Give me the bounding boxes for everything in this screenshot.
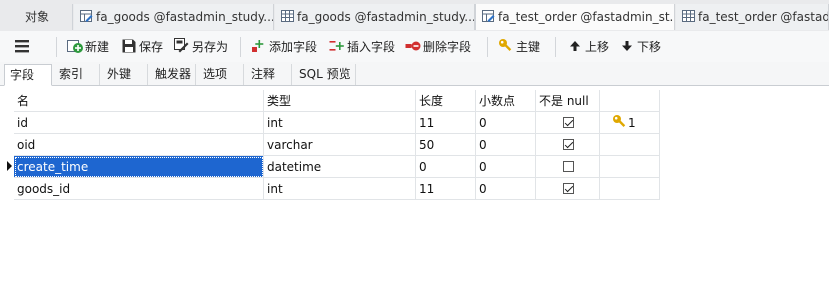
insert-field-button[interactable]: 插入字段 — [329, 37, 395, 57]
field-name-cell[interactable]: oid — [14, 134, 264, 156]
tab-label: fa_test_order @fastadm — [698, 10, 829, 24]
tab-fields[interactable]: 字段 — [4, 64, 52, 86]
save-icon — [121, 38, 137, 54]
insert-field-icon — [329, 38, 345, 54]
tab-fa-goods-design[interactable]: fa_goods @fastadmin_study... — [74, 4, 274, 30]
add-new-icon — [67, 38, 83, 54]
menu-button[interactable] — [14, 37, 32, 57]
field-length-cell[interactable]: 11 — [416, 112, 476, 134]
not-null-cell — [536, 178, 600, 200]
header-key — [600, 90, 660, 112]
add-field-button[interactable]: 添加字段 — [251, 37, 317, 57]
document-tab-bar: 对象 fa_goods @fastadmin_study... fa_goods… — [0, 0, 829, 32]
key-cell — [600, 156, 660, 178]
delete-field-button[interactable]: 删除字段 — [405, 37, 471, 57]
add-field-label: 添加字段 — [269, 40, 318, 54]
tab-comments[interactable]: 注释 — [246, 64, 292, 85]
field-decimal-cell[interactable]: 0 — [476, 134, 536, 156]
field-name-cell[interactable]: goods_id — [14, 178, 264, 200]
new-label: 新建 — [85, 40, 110, 54]
field-type-cell[interactable]: int — [264, 112, 416, 134]
tab-label: 对象 — [25, 10, 50, 24]
key-icon — [612, 114, 628, 130]
tab-fa-test-order-design[interactable]: fa_test_order @fastadmin_st... — [475, 4, 675, 30]
hamburger-menu-icon — [14, 38, 30, 54]
field-name-cell[interactable]: create_time — [14, 156, 264, 178]
move-down-label: 下移 — [637, 40, 662, 54]
key-icon — [498, 38, 514, 54]
save-button[interactable]: 保存 — [121, 37, 163, 57]
header-decimal[interactable]: 小数点 — [476, 90, 536, 112]
tab-fa-goods-data[interactable]: fa_goods @fastadmin_study... — [275, 4, 475, 30]
field-type-cell[interactable]: varchar — [264, 134, 416, 156]
new-button[interactable]: 新建 — [67, 37, 109, 57]
tab-label: fa_goods @fastadmin_study... — [96, 10, 274, 24]
toolbar: 新建 保存 另存为 添加字段 插入字段 删除字段 主键 上移 下移 — [0, 31, 829, 62]
delete-field-label: 删除字段 — [423, 40, 472, 54]
save-as-label: 另存为 — [192, 40, 229, 54]
field-name-cell[interactable]: id — [14, 112, 264, 134]
tab-label: fa_goods @fastadmin_study... — [297, 10, 475, 24]
arrow-up-icon — [567, 38, 583, 54]
not-null-cell — [536, 112, 600, 134]
not-null-cell — [536, 156, 600, 178]
field-length-cell[interactable]: 0 — [416, 156, 476, 178]
not-null-cell — [536, 134, 600, 156]
tab-triggers[interactable]: 触发器 — [150, 64, 196, 85]
not-null-checkbox[interactable] — [563, 161, 574, 172]
primary-key-label: 主键 — [516, 40, 541, 54]
tab-foreign-keys[interactable]: 外键 — [102, 64, 148, 85]
table-design-icon — [80, 6, 93, 22]
primary-key-button[interactable]: 主键 — [498, 37, 540, 57]
key-order-label: 1 — [628, 116, 636, 130]
not-null-checkbox[interactable] — [563, 139, 574, 150]
add-field-icon — [251, 38, 267, 54]
tab-objects[interactable]: 对象 — [0, 4, 73, 30]
tab-options[interactable]: 选项 — [198, 64, 244, 85]
tab-label: fa_test_order @fastadmin_st... — [498, 10, 675, 24]
table-design-icon — [482, 6, 495, 22]
field-type-cell[interactable]: int — [264, 178, 416, 200]
header-name[interactable]: 名 — [14, 90, 264, 112]
header-type[interactable]: 类型 — [264, 90, 416, 112]
save-label: 保存 — [139, 40, 164, 54]
delete-field-icon — [405, 38, 421, 54]
move-up-label: 上移 — [585, 40, 610, 54]
table-icon — [281, 6, 294, 22]
tab-fa-test-order-data[interactable]: fa_test_order @fastadm — [676, 4, 829, 30]
key-cell: 1 — [600, 112, 660, 134]
key-cell — [600, 134, 660, 156]
designer-tab-bar: 字段 索引 外键 触发器 选项 注释 SQL 预览 — [0, 62, 829, 86]
toolbar-divider — [487, 37, 488, 57]
tab-sql-preview[interactable]: SQL 预览 — [294, 64, 356, 85]
current-row-indicator — [7, 161, 12, 171]
toolbar-divider — [56, 37, 57, 57]
fields-grid: 名 类型 长度 小数点 不是 null id int 11 0 1 oid va… — [0, 86, 829, 284]
tab-indexes[interactable]: 索引 — [54, 64, 100, 85]
header-length[interactable]: 长度 — [416, 90, 476, 112]
header-not-null[interactable]: 不是 null — [536, 90, 600, 112]
field-decimal-cell[interactable]: 0 — [476, 156, 536, 178]
field-length-cell[interactable]: 11 — [416, 178, 476, 200]
field-decimal-cell[interactable]: 0 — [476, 112, 536, 134]
field-type-cell[interactable]: datetime — [264, 156, 416, 178]
arrow-down-icon — [619, 38, 635, 54]
move-down-button[interactable]: 下移 — [619, 37, 661, 57]
insert-field-label: 插入字段 — [347, 40, 396, 54]
key-cell — [600, 178, 660, 200]
not-null-checkbox[interactable] — [563, 117, 574, 128]
toolbar-divider — [555, 37, 556, 57]
table-icon — [682, 6, 695, 22]
move-up-button[interactable]: 上移 — [567, 37, 609, 57]
toolbar-divider — [240, 37, 241, 57]
save-as-button[interactable]: 另存为 — [174, 37, 228, 57]
field-decimal-cell[interactable]: 0 — [476, 178, 536, 200]
save-as-icon — [174, 38, 190, 54]
field-length-cell[interactable]: 50 — [416, 134, 476, 156]
not-null-checkbox[interactable] — [563, 183, 574, 194]
